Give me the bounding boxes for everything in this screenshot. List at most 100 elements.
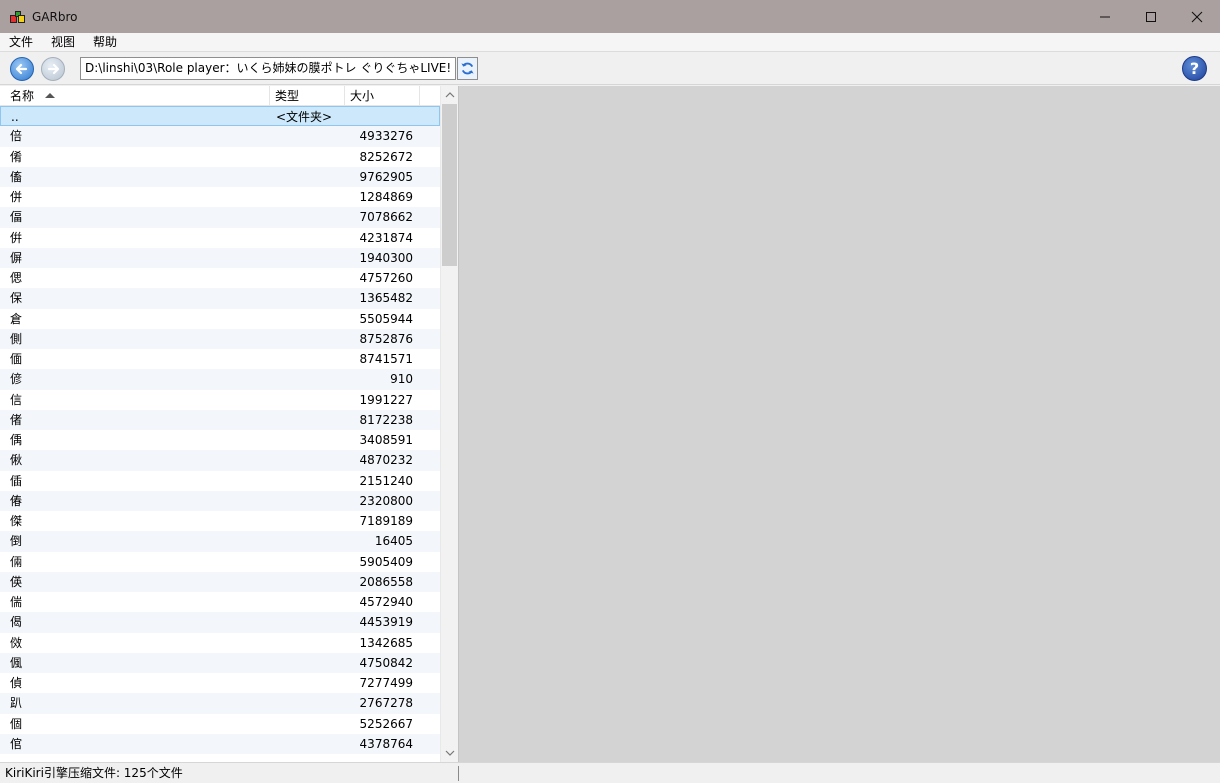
file-size-cell: 8252672 [359,149,413,164]
file-row[interactable]: 傗 9762905 [0,166,440,187]
file-row[interactable]: 偛 2151240 [0,471,440,491]
file-row[interactable]: 倒 16405 [0,531,440,552]
file-row[interactable]: 傚 1342685 [0,633,440,653]
file-row[interactable]: 趴 2767278 [0,693,440,714]
file-name-cell: 倌 [10,736,23,751]
file-row[interactable]: 併 1284869 [0,187,440,207]
help-button[interactable]: ? [1182,56,1207,81]
scroll-up-icon[interactable] [445,90,455,100]
file-row[interactable]: 偐 910 [0,369,440,390]
file-name-cell: 偀 [10,574,23,589]
file-name-cell: 偈 [10,615,23,630]
file-row[interactable]: 側 8752876 [0,328,440,349]
file-name-cell: 偲 [10,271,23,285]
file-row[interactable]: 偲 4757260 [0,268,440,288]
file-row[interactable]: 個 5252667 [0,714,440,734]
minimize-button[interactable] [1082,0,1128,33]
file-name-cell: 倍 [10,129,23,144]
file-name-cell: 側 [10,331,23,346]
file-name-cell: 倄 [10,149,23,164]
file-name-cell: 偛 [10,473,23,488]
vertical-scrollbar[interactable] [440,86,458,762]
arrow-left-icon [15,63,28,75]
file-row[interactable]: 倄 8252672 [0,147,440,167]
file-size-cell: 7078662 [359,210,413,225]
menu-file[interactable]: 文件 [0,33,42,51]
file-row[interactable]: 偑 4750842 [0,652,440,673]
maximize-icon [1146,11,1156,22]
close-icon [1191,11,1203,22]
file-row[interactable]: 偢 4870232 [0,450,440,471]
menu-help[interactable]: 帮助 [84,33,126,51]
file-row[interactable]: 倂 4231874 [0,228,440,248]
file-name-cell: 倉 [10,311,23,326]
file-size-cell: 1365482 [359,291,413,306]
file-size-cell: 4453919 [359,615,413,630]
file-row[interactable]: 偊 3408591 [0,430,440,450]
column-header-name[interactable]: 名称 [0,86,270,106]
file-name-cell: 傗 [10,169,23,184]
file-row[interactable]: 倆 5905409 [0,552,440,572]
file-name-cell: 偑 [10,655,23,670]
file-rows: .. <文件夹> 倍 4933276 倄 8252672 傗 9762905 併 1284869 偪… [0,106,440,754]
file-name-cell: 保 [10,291,23,306]
file-row[interactable]: 倍 4933276 [0,126,440,147]
file-row[interactable]: 偖 8172238 [0,409,440,430]
status-bar: KiriKiri引擎压缩文件: 125个文件 [0,762,1220,783]
file-row[interactable]: 信 1991227 [0,390,440,410]
file-name-cell: 偵 [10,676,23,690]
scrollbar-thumb[interactable] [442,104,457,266]
file-size-cell: 7189189 [359,514,413,528]
file-row[interactable]: 偈 4453919 [0,612,440,633]
menu-view[interactable]: 视图 [42,33,84,51]
file-row[interactable]: 偵 7277499 [0,673,440,693]
file-size-cell: 4757260 [359,271,413,285]
close-button[interactable] [1174,0,1220,33]
file-name-cell: 倂 [10,230,23,245]
file-type-cell: <文件夹> [276,110,333,124]
file-row[interactable]: 傑 7189189 [0,511,440,531]
parent-folder-row[interactable]: .. <文件夹> [0,106,440,127]
forward-button[interactable] [41,57,65,81]
file-row[interactable]: 偋 1940300 [0,247,440,268]
file-name-cell: 併 [10,190,23,204]
file-size-cell: 2151240 [359,473,413,488]
file-size-cell: 1342685 [359,635,413,650]
status-separator [458,766,459,781]
file-size-cell: 4572940 [359,595,413,609]
file-size-cell: 7277499 [359,676,413,690]
file-row[interactable]: 偪 7078662 [0,207,440,228]
file-size-cell: 1991227 [359,392,413,407]
file-row[interactable]: 保 1365482 [0,288,440,309]
refresh-button[interactable] [457,57,478,80]
file-size-cell: 4750842 [359,655,413,670]
status-text: KiriKiri引擎压缩文件: 125个文件 [5,766,183,780]
file-size-cell: 2320800 [359,493,413,508]
file-name-cell: 偪 [10,210,23,225]
file-row[interactable]: 偭 8741571 [0,349,440,369]
file-name-cell: 傑 [10,514,23,528]
file-row[interactable]: 倌 4378764 [0,733,440,754]
back-button[interactable] [10,57,34,81]
refresh-icon [461,62,474,75]
column-header-type[interactable]: 类型 [270,86,345,106]
file-size-cell: 4933276 [359,129,413,144]
file-row[interactable]: 倉 5505944 [0,309,440,329]
file-size-cell: 16405 [374,534,413,549]
column-header-size[interactable]: 大小 [345,86,420,106]
file-name-cell: 偋 [10,250,23,265]
file-name-cell: 倆 [10,554,23,569]
sort-ascending-icon [45,93,55,98]
file-size-cell: 8172238 [359,412,413,427]
maximize-button[interactable] [1128,0,1174,33]
file-row[interactable]: 偆 2320800 [0,490,440,511]
file-row[interactable]: 偀 2086558 [0,571,440,592]
scroll-down-icon[interactable] [445,748,455,758]
file-row[interactable]: 偳 4572940 [0,592,440,612]
file-size-cell: 4378764 [359,736,413,751]
garbro-app-icon [10,9,26,25]
file-name-cell: 偳 [10,595,23,609]
file-name-cell: 趴 [10,696,23,711]
path-input[interactable]: D:\linshi\03\Role player：いくら姉妹の膜ポトレ ぐりぐち… [80,57,456,80]
file-size-cell: 9762905 [359,169,413,184]
